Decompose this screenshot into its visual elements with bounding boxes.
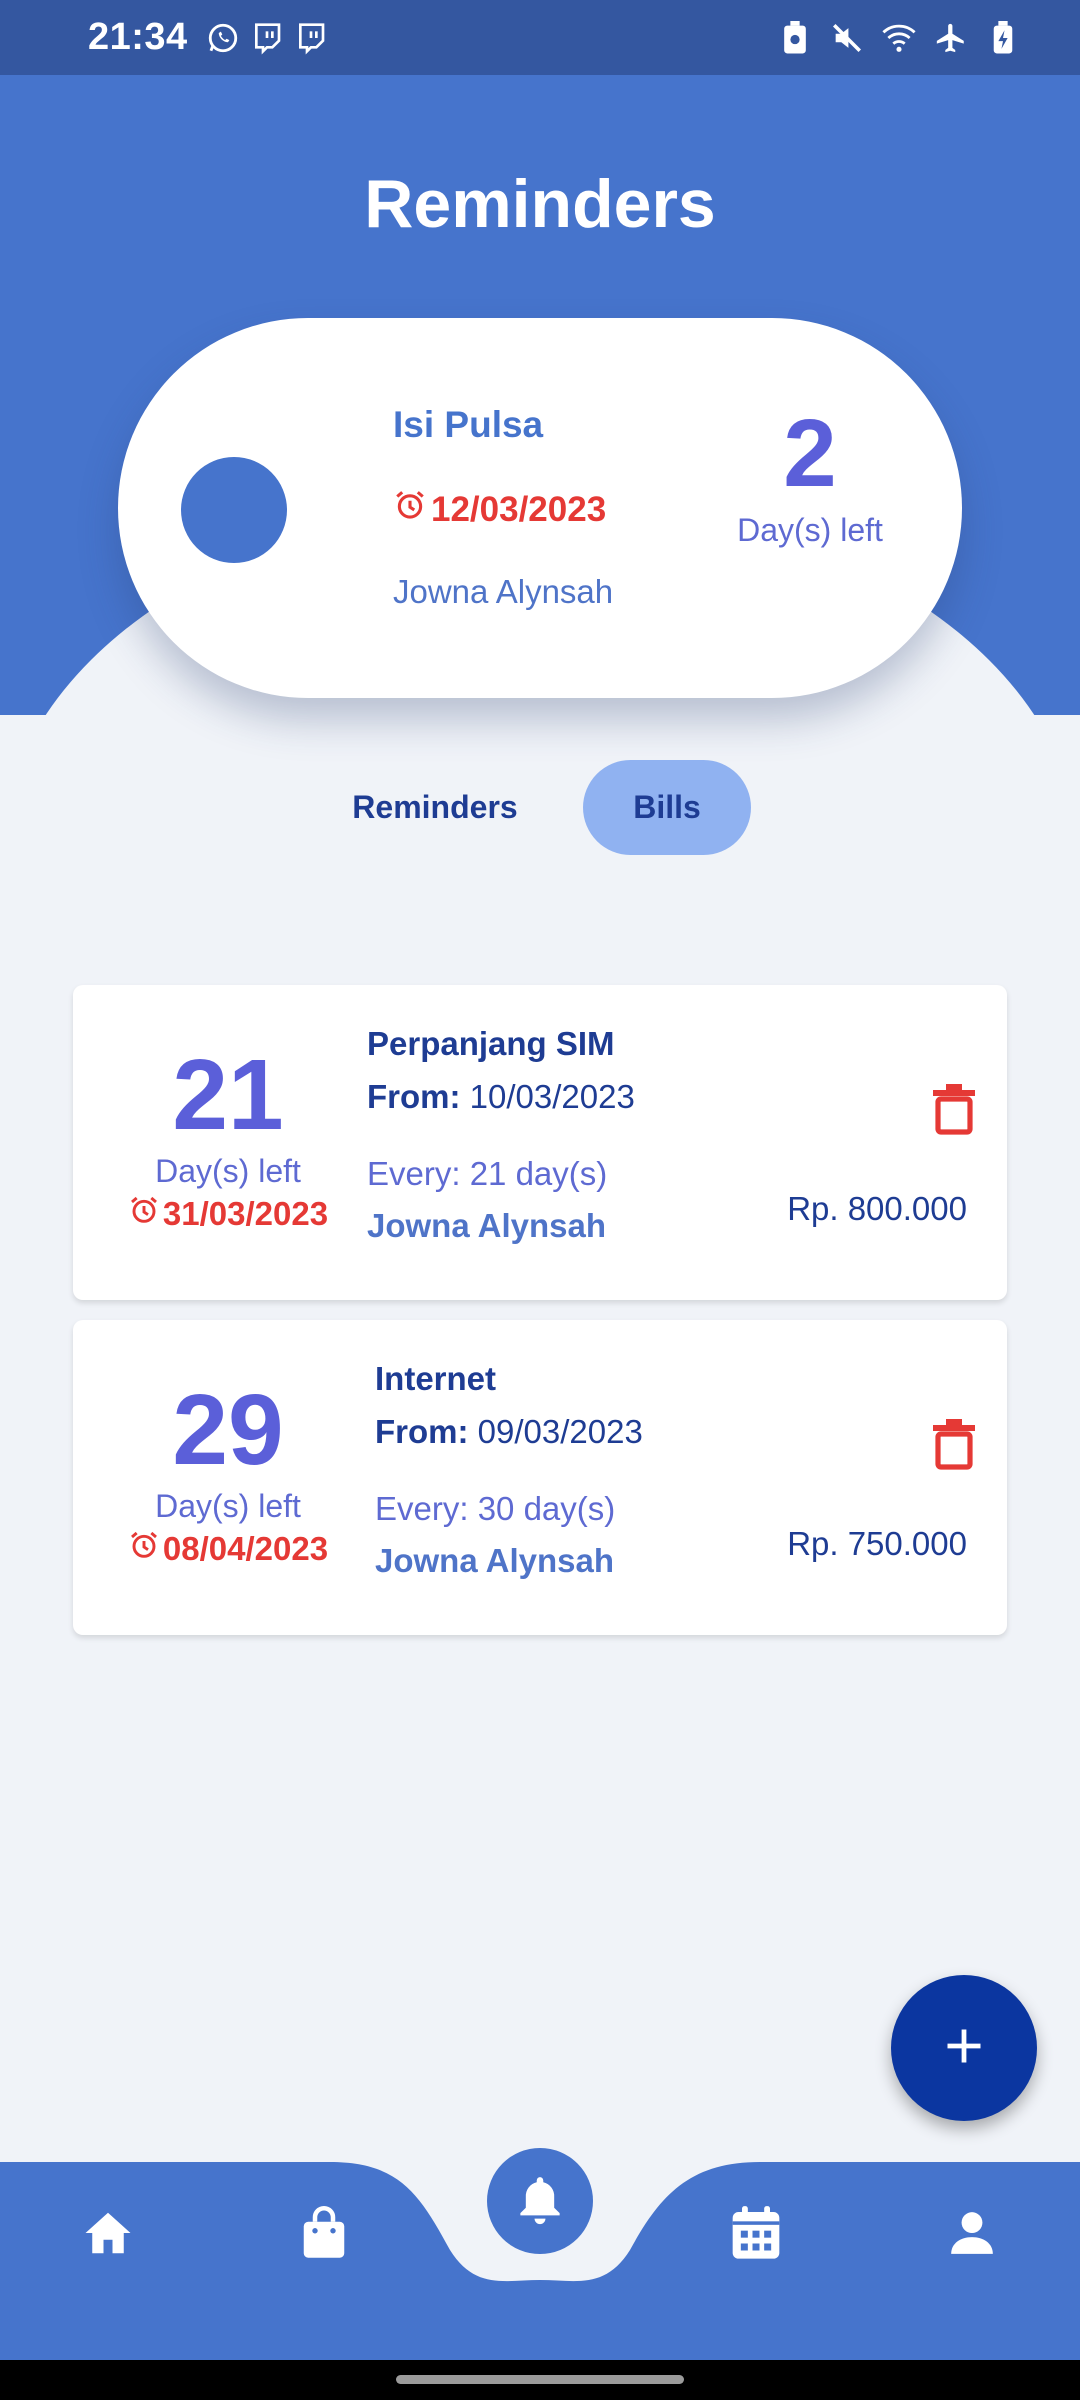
bill-card[interactable]: 29 Day(s) left 08/04/2023 Internet From:… — [73, 1320, 1007, 1635]
bill-every: Every: 30 day(s) — [375, 1490, 616, 1527]
alarm-clock-icon — [393, 488, 427, 531]
nav-calendar[interactable] — [716, 2195, 796, 2275]
tab-bills[interactable]: Bills — [583, 760, 751, 855]
bill-from-label: From: — [367, 1078, 461, 1115]
days-left-label: Day(s) left — [737, 512, 883, 548]
calendar-icon — [730, 2205, 782, 2266]
bill-person: Jowna Alynsah — [367, 1207, 607, 1244]
featured-date-text: 12/03/2023 — [431, 489, 607, 529]
days-left-number: 2 — [783, 400, 837, 507]
bill-person: Jowna Alynsah — [375, 1542, 615, 1579]
bill-due-date-text: 08/04/2023 — [162, 1530, 329, 1567]
bill-days-label: Day(s) left — [155, 1153, 301, 1189]
mute-icon — [830, 21, 864, 55]
nav-shopping[interactable] — [284, 2195, 364, 2275]
trash-icon[interactable] — [931, 1418, 977, 1470]
bill-from: From: 10/03/2023 — [367, 1078, 635, 1116]
bill-card[interactable]: 21 Day(s) left 31/03/2023 Perpanjang SIM… — [73, 985, 1007, 1300]
bill-from-date: 10/03/2023 — [469, 1078, 635, 1115]
status-time: 21:34 — [88, 16, 188, 58]
gesture-bar — [0, 2360, 1080, 2400]
bill-countdown: 29 Day(s) left 08/04/2023 — [108, 1380, 348, 1569]
bill-title: Internet — [375, 1360, 497, 1397]
nav-profile[interactable] — [932, 2195, 1012, 2275]
tab-reminders[interactable]: Reminders — [330, 760, 540, 855]
bill-days-number: 29 — [172, 1374, 284, 1486]
nav-home[interactable] — [68, 2195, 148, 2275]
whatsapp-icon — [206, 21, 240, 55]
bill-every: Every: 21 day(s) — [367, 1155, 608, 1192]
wifi-icon — [882, 21, 916, 55]
featured-date: 12/03/2023 — [393, 488, 606, 531]
bill-countdown: 21 Day(s) left 31/03/2023 — [108, 1045, 348, 1234]
profile-icon — [947, 2208, 997, 2263]
airplane-icon — [934, 21, 968, 55]
page-title: Reminders — [364, 166, 716, 242]
bill-title: Perpanjang SIM — [367, 1025, 615, 1062]
bill-from: From: 09/03/2023 — [375, 1413, 643, 1451]
featured-days-left: 2 Day(s) left — [720, 406, 900, 549]
featured-title: Isi Pulsa — [393, 404, 544, 445]
bill-due-date-text: 31/03/2023 — [162, 1195, 329, 1232]
home-icon — [81, 2206, 135, 2265]
bill-due-date: 08/04/2023 — [108, 1529, 348, 1569]
notification-icons — [206, 21, 328, 55]
plus-icon — [942, 2024, 986, 2073]
twitch-icon — [250, 21, 284, 55]
alarm-clock-icon — [128, 1529, 160, 1569]
bill-days-number: 21 — [172, 1039, 284, 1151]
bell-icon — [516, 2172, 564, 2231]
bottom-navigation — [0, 2100, 1080, 2360]
nav-reminders[interactable] — [487, 2148, 593, 2254]
alarm-clock-icon — [128, 1194, 160, 1234]
bill-amount: Rp. 800.000 — [787, 1190, 967, 1227]
category-dot — [181, 457, 287, 563]
featured-reminder-card[interactable]: Isi Pulsa 12/03/2023 Jowna Alynsah 2 Day… — [118, 318, 962, 698]
twitch-icon — [294, 21, 328, 55]
home-gesture-handle[interactable] — [396, 2375, 684, 2384]
trash-icon[interactable] — [931, 1083, 977, 1135]
system-icons — [778, 20, 1020, 55]
featured-person: Jowna Alynsah — [393, 573, 614, 610]
bill-days-label: Day(s) left — [155, 1488, 301, 1524]
bill-from-label: From: — [375, 1413, 469, 1450]
bill-amount: Rp. 750.000 — [787, 1525, 967, 1562]
battery-saver-icon — [778, 20, 812, 55]
bill-due-date: 31/03/2023 — [108, 1194, 348, 1234]
battery-charging-icon — [986, 20, 1020, 55]
tab-bar: Reminders Bills — [0, 760, 1080, 855]
status-bar: 21:34 — [0, 0, 1080, 75]
shopping-bag-icon — [299, 2205, 349, 2265]
bill-from-date: 09/03/2023 — [477, 1413, 643, 1450]
